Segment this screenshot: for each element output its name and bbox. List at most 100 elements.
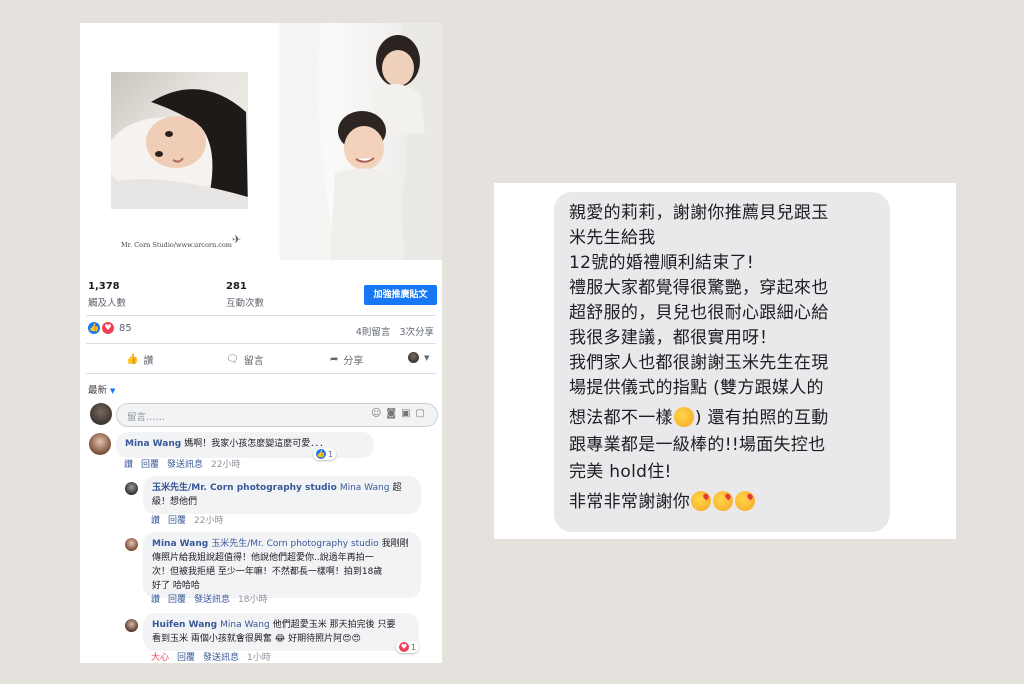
commenter-avatar[interactable] (89, 433, 111, 455)
engagement-label: 互動次數 (226, 298, 265, 309)
comment-input-tools: ☺◙▣▢ (371, 408, 430, 419)
message-line: 場提供儀式的指點 (雙方跟媒人的 (569, 378, 824, 398)
camera-icon[interactable]: ◙ (386, 408, 401, 419)
comment-like-link[interactable]: 讚 (151, 595, 160, 605)
comment-text: 看到玉米 兩個小孩就會很興奮 (152, 634, 272, 644)
comment-like-link[interactable]: 讚 (124, 460, 133, 470)
comment-sort-dropdown[interactable]: 最新 ▼ (88, 382, 115, 396)
boost-post-button[interactable]: 加強推廣貼文 (364, 285, 437, 305)
comment-text: 媽啊！我家小孩怎麼變這麼可愛．．． (184, 439, 329, 449)
comment-reaction-badge[interactable]: 👍 1 (313, 448, 337, 460)
comment-reply-link[interactable]: 回覆 (141, 460, 159, 470)
like-button[interactable]: 👍 讚 (126, 352, 153, 367)
comments-count[interactable]: 4則留言 (356, 327, 391, 338)
comment-meta: 讚回覆 發送訊息 18小時 (151, 592, 276, 605)
comment-meta: 讚回覆 發送訊息 22小時 (124, 457, 249, 470)
message-line: 非常非常謝謝你 (569, 490, 829, 515)
comment-author[interactable]: Mina Wang (152, 539, 208, 549)
comment-text: 好期待照片阿 (288, 634, 343, 644)
divider (86, 315, 436, 316)
share-button[interactable]: ➦ 分享 (330, 352, 363, 367)
message-fragment: ) 還有拍照的互動 (694, 408, 829, 428)
comment-placeholder: 留言…… (127, 412, 166, 423)
message-text: 親愛的莉莉，謝謝你推薦貝兒跟玉 米先生給我 12號的婚禮順利結束了! 禮服大家都… (569, 201, 829, 515)
photo-card: Mr. Corn Studio/www.urcorn.com ✈ (80, 23, 278, 260)
page-avatar (408, 352, 419, 363)
rocket-logo-icon: ✈ (232, 233, 242, 246)
comment-reaction-count: 1 (328, 449, 334, 459)
comment-bubble: 玉米先生/Mr. Corn photography studio Mina Wan… (143, 476, 421, 514)
comment-tag[interactable]: Mina Wang (220, 620, 270, 630)
comment-author[interactable]: 玉米先生/Mr. Corn photography studio (152, 483, 337, 493)
laughing-emoji-icon: 😂 (274, 634, 286, 644)
emoji-icon[interactable]: ☺ (371, 408, 386, 419)
share-arrow-icon: ➦ (330, 354, 339, 365)
sort-label: 最新 (88, 385, 108, 396)
comment-reply-link[interactable]: 回覆 (177, 653, 195, 663)
post-photo[interactable]: Mr. Corn Studio/www.urcorn.com ✈ (80, 23, 442, 260)
speech-bubble-icon: 🗨 (226, 354, 239, 365)
comment-reaction-badge[interactable]: ♥ 1 (396, 641, 420, 653)
commenter-avatar[interactable] (125, 482, 138, 495)
comment-time[interactable]: 22小時 (194, 516, 223, 526)
divider (86, 373, 436, 374)
comment-message-link[interactable]: 發送訊息 (167, 460, 203, 470)
share-label: 分享 (343, 356, 364, 367)
comment-author[interactable]: Mina Wang (125, 439, 181, 449)
comment-label: 留言 (243, 356, 264, 367)
comment-time[interactable]: 22小時 (211, 460, 240, 470)
commenter-avatar[interactable] (125, 538, 138, 551)
like-reaction-icon: 👍 (316, 449, 326, 459)
comment-text: 次！但被我拒絕 至少一年嘛！不然都長一樣啊！拍到18歲 (152, 567, 383, 577)
heart-eyes-emoji-icon: 😍😍 (342, 634, 361, 644)
message-line: 12號的婚禮順利結束了! (569, 253, 755, 273)
comment-message-link[interactable]: 發送訊息 (194, 595, 230, 605)
comment-text: 他們超愛玉米 那天拍完後 只要 (272, 620, 396, 630)
engagement-number: 281 (226, 281, 247, 292)
love-reaction-icon: ♥ (399, 642, 409, 652)
comment-button[interactable]: 🗨 留言 (226, 352, 264, 367)
message-line: 超舒服的，貝兒也很耐心跟細心給 (569, 303, 829, 323)
comment-message-link[interactable]: 發送訊息 (203, 653, 239, 663)
page-selector[interactable]: ▼ (408, 352, 429, 363)
reaction-summary[interactable]: 👍 ♥ 85 (88, 322, 132, 334)
message-line: 我們家人也都很謝謝玉米先生在現 (569, 353, 829, 373)
comment-author[interactable]: Huifen Wang (152, 620, 217, 630)
comment-reply-link[interactable]: 回覆 (168, 516, 186, 526)
comment-bubble: Mina Wang 玉米先生/Mr. Corn photography studi… (143, 532, 421, 598)
facebook-post-panel: Mr. Corn Studio/www.urcorn.com ✈ 1,378 觸… (80, 23, 442, 663)
reach-stat: 1,378 觸及人數 (88, 281, 126, 309)
message-fragment: 想法都不一樣 (569, 408, 673, 428)
comment-input[interactable]: 留言…… ☺◙▣▢ (116, 403, 438, 427)
comment-like-link[interactable]: 讚 (151, 516, 160, 526)
like-label: 讚 (143, 356, 154, 367)
comment-text: 超 (392, 483, 402, 493)
post-actions-bar: 👍 讚 🗨 留言 ➦ 分享 ▼ (80, 352, 442, 370)
gif-icon[interactable]: ▣ (401, 408, 415, 419)
message-line: 我很多建議，都很實用呀！ (569, 328, 777, 348)
like-reaction-icon: 👍 (88, 322, 100, 334)
comment-love-link[interactable]: 大心 (151, 653, 169, 663)
comment-time[interactable]: 1小時 (247, 653, 271, 663)
comment-reply-link[interactable]: 回覆 (168, 595, 186, 605)
sticker-icon[interactable]: ▢ (416, 408, 430, 419)
comment-tag[interactable]: Mina Wang (340, 483, 390, 493)
reach-label: 觸及人數 (88, 298, 127, 309)
kissing-heart-emoji-icon (691, 491, 712, 511)
message-line: 完美 hold住! (569, 462, 672, 482)
comment-text: 我剛剛 (381, 539, 409, 549)
message-line: 想法都不一樣 ) 還有拍照的互動 (569, 406, 829, 431)
girl-portrait-image (111, 72, 248, 209)
comment-tag[interactable]: 玉米先生/Mr. Corn photography studio (211, 539, 378, 549)
sweat-smile-emoji-icon (673, 407, 694, 427)
reach-number: 1,378 (88, 281, 120, 292)
comment-text: 傳照片給我姐說超值得！他說他們超愛你..說過年再拍一 (152, 553, 374, 563)
message-line: 禮服大家都覺得很驚艷，穿起來也 (569, 278, 829, 298)
kids-portrait-image (280, 23, 442, 260)
chat-message-panel: 親愛的莉莉，謝謝你推薦貝兒跟玉 米先生給我 12號的婚禮順利結束了! 禮服大家都… (494, 183, 956, 539)
divider (86, 343, 436, 344)
shares-count[interactable]: 3次分享 (399, 327, 434, 338)
commenter-avatar[interactable] (125, 619, 138, 632)
comment-time[interactable]: 18小時 (238, 595, 267, 605)
message-bubble: 親愛的莉莉，謝謝你推薦貝兒跟玉 米先生給我 12號的婚禮順利結束了! 禮服大家都… (554, 192, 890, 532)
